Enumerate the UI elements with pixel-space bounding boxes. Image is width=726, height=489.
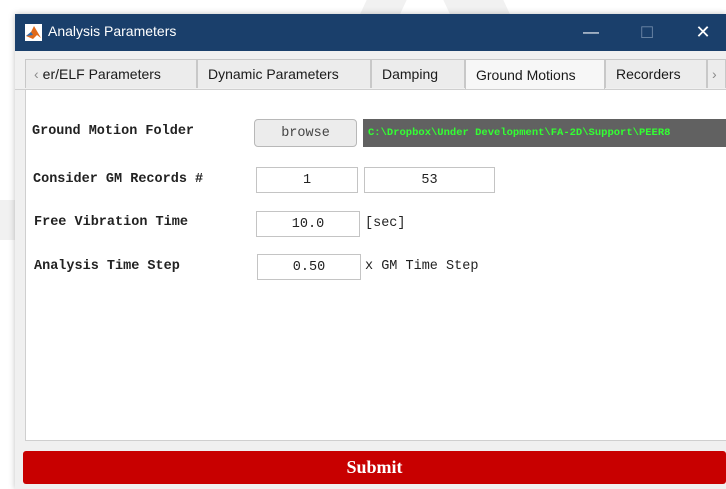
tab-dynamic-parameters[interactable]: Dynamic Parameters bbox=[197, 59, 371, 88]
tab-label: Damping bbox=[382, 66, 439, 82]
free-vibration-time-label: Free Vibration Time bbox=[34, 215, 188, 230]
ground-motion-folder-label: Ground Motion Folder bbox=[32, 124, 195, 139]
window-title: Analysis Parameters bbox=[48, 23, 177, 39]
tab-recorders[interactable]: Recorders bbox=[605, 59, 707, 88]
title-bar: Analysis Parameters — ☐ ✕ bbox=[15, 14, 726, 51]
chevron-left-icon[interactable]: ‹ bbox=[34, 66, 39, 82]
tab-label: Ground Motions bbox=[476, 67, 576, 83]
minimize-button[interactable]: — bbox=[568, 14, 614, 51]
submit-button[interactable]: Submit bbox=[23, 451, 726, 484]
analysis-time-step-input[interactable]: 0.50 bbox=[257, 254, 361, 280]
tab-label: Dynamic Parameters bbox=[208, 66, 339, 82]
records-from-input[interactable]: 1 bbox=[256, 167, 358, 193]
tab-bar: ‹ er/ELF Parameters Dynamic Parameters D… bbox=[15, 59, 726, 90]
time-step-suffix: x GM Time Step bbox=[365, 259, 479, 274]
close-button[interactable]: ✕ bbox=[680, 14, 726, 51]
maximize-button[interactable]: ☐ bbox=[624, 14, 670, 51]
matlab-icon bbox=[25, 24, 42, 41]
analysis-time-step-label: Analysis Time Step bbox=[34, 259, 180, 274]
tab-elf-parameters[interactable]: ‹ er/ELF Parameters bbox=[25, 59, 197, 88]
free-vibration-unit: [sec] bbox=[365, 216, 406, 231]
tab-ground-motions[interactable]: Ground Motions bbox=[465, 59, 605, 90]
tab-damping[interactable]: Damping bbox=[371, 59, 465, 88]
gm-records-label: Consider GM Records # bbox=[33, 172, 204, 187]
tab-label: Recorders bbox=[616, 66, 681, 82]
tab-label: er/ELF Parameters bbox=[42, 66, 161, 82]
records-to-input[interactable]: 53 bbox=[364, 167, 495, 193]
folder-path-display: C:\Dropbox\Under Development\FA-2D\Suppo… bbox=[363, 119, 726, 147]
ground-motions-panel: Ground Motion Folder browse C:\Dropbox\U… bbox=[25, 89, 726, 441]
chevron-right-icon[interactable]: › bbox=[712, 66, 717, 82]
tab-scroll-right[interactable]: › bbox=[707, 59, 726, 88]
analysis-parameters-window: Analysis Parameters — ☐ ✕ ‹ er/ELF Param… bbox=[15, 14, 726, 489]
browse-button[interactable]: browse bbox=[254, 119, 357, 147]
free-vibration-time-input[interactable]: 10.0 bbox=[256, 211, 360, 237]
